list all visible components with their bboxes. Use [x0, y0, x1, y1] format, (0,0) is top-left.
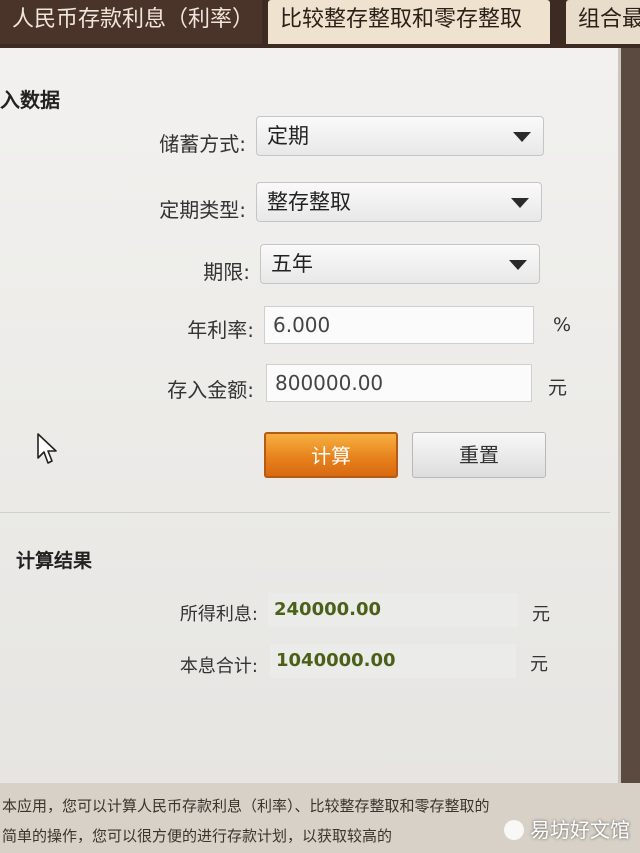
result-section-title: 计算结果 [16, 550, 93, 572]
yuan-unit: 元 [548, 377, 568, 399]
saving-method-select[interactable]: 定期 [256, 116, 544, 156]
reset-button[interactable]: 重置 [412, 432, 546, 478]
input-section-title: 入数据 [0, 88, 60, 112]
annual-rate-input[interactable]: 6.000 [264, 306, 534, 344]
deposit-amount-label: 存入金额: [167, 378, 254, 402]
period-label: 期限: [203, 260, 250, 284]
tab-combination[interactable]: 组合最 [566, 0, 640, 44]
footer-description: 本应用，您可以计算人民币存款利息（利率）、比较整存整取和零存整取的 简单的操作，… [0, 783, 640, 853]
tab-bar: 人民币存款利息（利率） 比较整存整取和零存整取 组合最 [0, 0, 640, 48]
watermark: 易坊好文馆 [504, 815, 630, 845]
tab-compare-deposit[interactable]: 比较整存整取和零存整取 [268, 0, 550, 44]
deposit-amount-input[interactable]: 800000.00 [266, 364, 532, 402]
term-type-select[interactable]: 整存整取 [256, 182, 542, 222]
interest-unit: 元 [532, 604, 550, 625]
term-type-label: 定期类型: [159, 198, 246, 222]
chevron-down-icon [513, 132, 531, 142]
interest-label: 所得利息: [179, 604, 258, 625]
period-value: 五年 [271, 252, 313, 276]
term-type-value: 整存整取 [267, 190, 351, 214]
watermark-text: 易坊好文馆 [530, 818, 630, 842]
total-label: 本息合计: [179, 656, 258, 677]
watermark-logo-icon [504, 820, 524, 840]
chevron-down-icon [509, 260, 527, 270]
section-divider [0, 512, 610, 513]
calculate-button[interactable]: 计算 [264, 432, 398, 478]
saving-method-label: 储蓄方式: [159, 132, 246, 156]
calculator-panel: 入数据 储蓄方式: 定期 定期类型: 整存整取 期限: 五年 年利率: 6.00… [0, 48, 621, 783]
annual-rate-label: 年利率: [187, 318, 254, 342]
total-unit: 元 [530, 654, 548, 675]
period-select[interactable]: 五年 [260, 244, 540, 284]
total-value: 1040000.00 [270, 644, 516, 678]
chevron-down-icon [511, 198, 529, 208]
interest-value: 240000.00 [268, 593, 518, 627]
tab-rmb-deposit-interest[interactable]: 人民币存款利息（利率） [0, 0, 262, 44]
percent-unit: % [553, 314, 572, 336]
mouse-cursor-icon [36, 432, 60, 470]
saving-method-value: 定期 [267, 124, 309, 148]
